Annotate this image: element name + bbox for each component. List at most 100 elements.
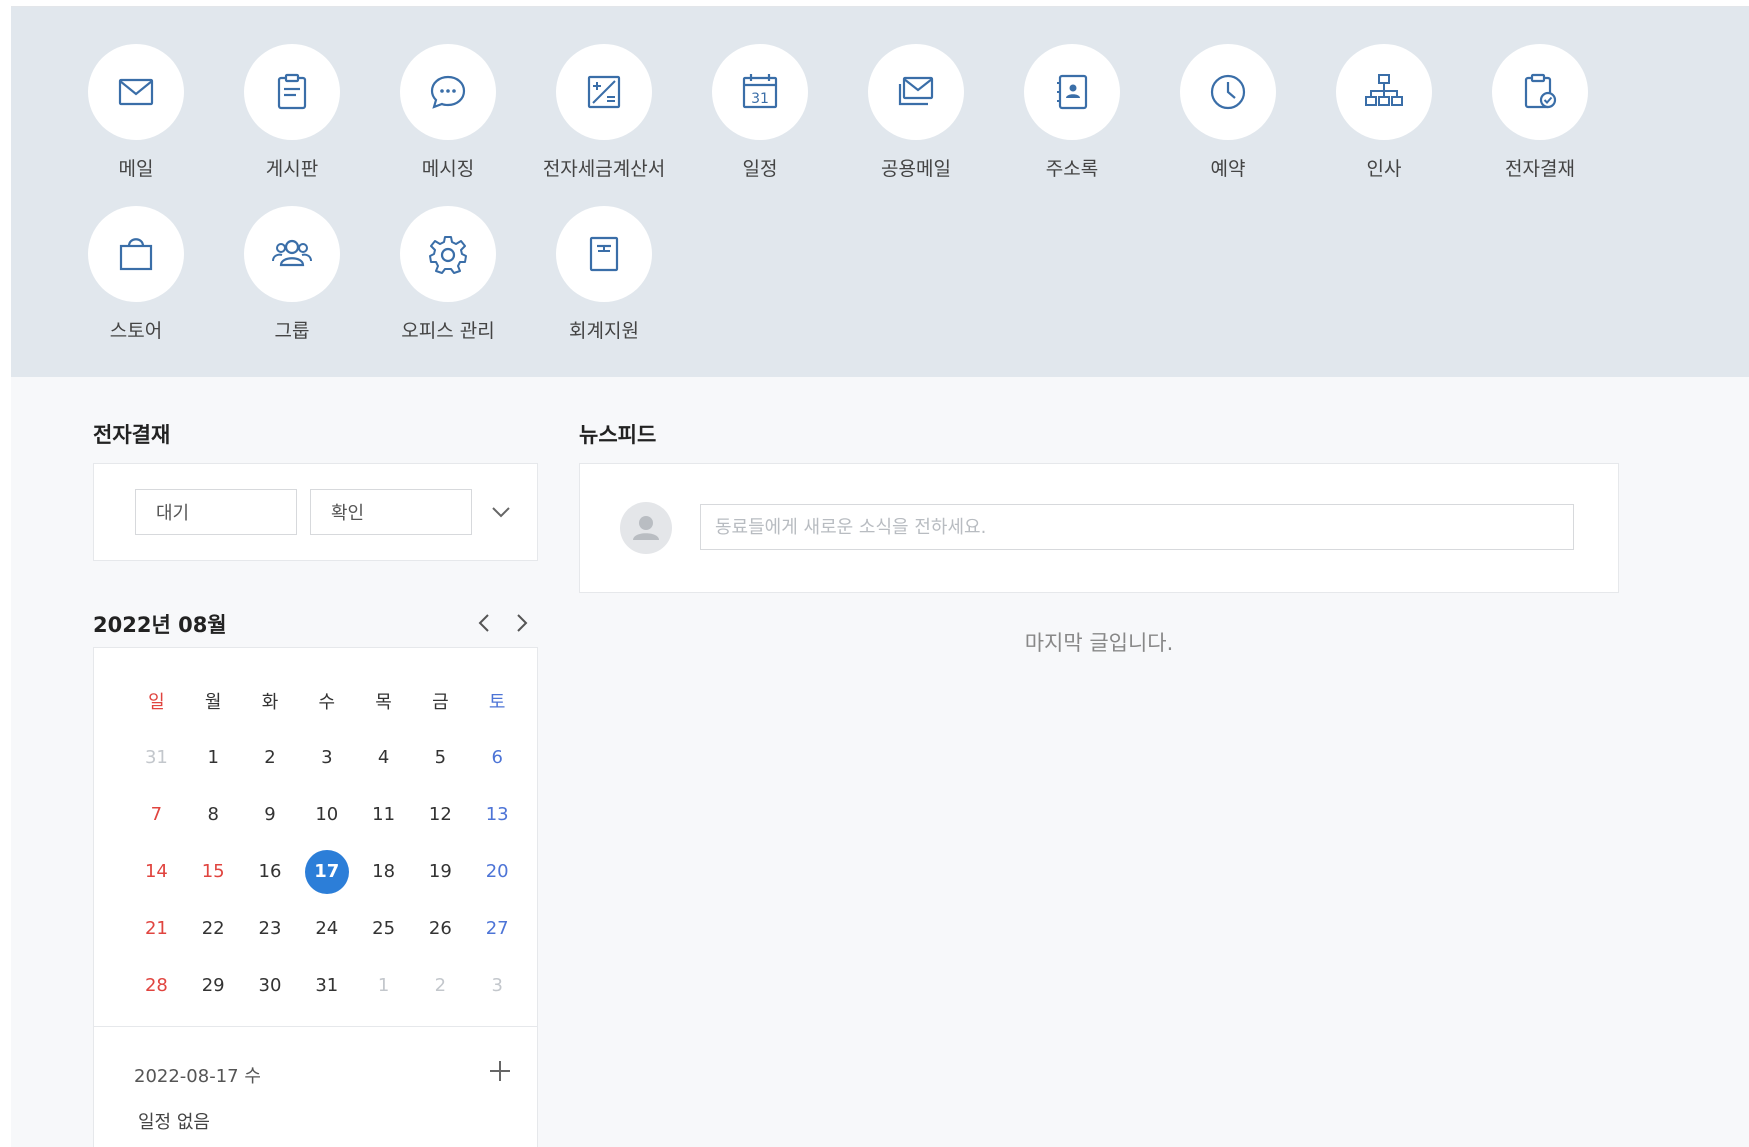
newsfeed-input[interactable] <box>700 504 1574 550</box>
app-approval[interactable]: 전자결재 <box>1462 44 1618 181</box>
address-book-icon <box>1057 74 1088 110</box>
calendar-day[interactable]: 4 <box>355 736 412 780</box>
calendar-day[interactable]: 1 <box>185 736 242 780</box>
app-label: 회계지원 <box>569 320 639 342</box>
weekday-label: 수 <box>318 691 336 713</box>
calendar-week: 31 1 2 3 4 5 6 <box>128 729 526 786</box>
calendar-day[interactable]: 27 <box>469 907 526 951</box>
approval-icon <box>1524 73 1557 109</box>
app-label: 공용메일 <box>881 158 951 180</box>
app-label: 인사 <box>1366 158 1402 180</box>
weekday-header: 일 월 화 수 목 금 토 <box>128 672 526 729</box>
calendar-icon: 31 <box>742 74 778 109</box>
calendar-day[interactable]: 26 <box>412 907 469 951</box>
app-label: 전자결재 <box>1505 158 1575 180</box>
calendar-day[interactable]: 29 <box>185 964 242 1008</box>
app-label: 메일 <box>118 158 154 180</box>
app-board[interactable]: 게시판 <box>214 44 370 181</box>
weekday-label: 토 <box>488 691 506 713</box>
calendar-day[interactable]: 23 <box>242 907 299 951</box>
app-store[interactable]: 스토어 <box>58 206 214 343</box>
calendar-day[interactable]: 5 <box>412 736 469 780</box>
calendar-day[interactable]: 7 <box>128 793 185 837</box>
app-label: 그룹 <box>274 320 310 342</box>
calendar-day[interactable]: 21 <box>128 907 185 951</box>
calendar-day[interactable]: 1 <box>355 964 412 1008</box>
calendar-day-holiday[interactable]: 15 <box>185 850 242 894</box>
calendar-day[interactable]: 10 <box>298 793 355 837</box>
calendar-day[interactable]: 11 <box>355 793 412 837</box>
calendar-day[interactable]: 3 <box>469 964 526 1008</box>
calendar-day[interactable]: 16 <box>242 850 299 894</box>
weekday-label: 목 <box>375 691 392 713</box>
calendar-day[interactable]: 20 <box>469 850 526 894</box>
app-hr[interactable]: 인사 <box>1306 44 1462 181</box>
selected-day-marker: 17 <box>304 849 349 894</box>
app-group[interactable]: 그룹 <box>214 206 370 343</box>
chevron-down-icon[interactable] <box>487 498 515 526</box>
calendar-month-title: 2022년 08월 <box>93 613 227 637</box>
shared-mail-icon <box>898 76 934 106</box>
add-schedule-icon[interactable] <box>487 1058 513 1084</box>
app-launcher: 메일 게시판 메시징 전자세금계산서 31 일정 공용메일 주소록 예약 인사 … <box>11 7 1749 377</box>
app-address-book[interactable]: 주소록 <box>994 44 1150 181</box>
last-post-text: 마지막 글입니다. <box>1024 631 1174 655</box>
calendar-day[interactable]: 14 <box>128 850 185 894</box>
app-calendar[interactable]: 31 일정 <box>682 44 838 181</box>
approval-tab-confirmed[interactable]: 확인 <box>310 489 472 535</box>
calendar-day[interactable]: 13 <box>469 793 526 837</box>
app-label: 예약 <box>1210 158 1246 180</box>
app-tax-invoice[interactable]: 전자세금계산서 <box>526 44 682 181</box>
calendar-day[interactable]: 3 <box>298 736 355 780</box>
app-label: 오피스 관리 <box>401 320 495 342</box>
calendar-day[interactable]: 2 <box>412 964 469 1008</box>
calendar-icon-day: 31 <box>751 91 769 107</box>
portal-frame: 메일 게시판 메시징 전자세금계산서 31 일정 공용메일 주소록 예약 인사 … <box>11 6 1749 1147</box>
calendar-day[interactable]: 6 <box>469 736 526 780</box>
chevron-right-icon[interactable] <box>511 609 533 637</box>
clock-icon <box>1210 74 1246 110</box>
calendar-day-selected[interactable]: 17 <box>298 849 355 894</box>
messaging-icon <box>430 75 466 109</box>
approval-title: 전자결재 <box>93 423 171 447</box>
app-label: 일정 <box>742 158 778 180</box>
weekday-label: 일 <box>148 691 165 713</box>
calendar-day[interactable]: 31 <box>128 736 185 780</box>
app-accounting[interactable]: 회계지원 <box>526 206 682 343</box>
app-reservation[interactable]: 예약 <box>1150 44 1306 181</box>
calendar-day[interactable]: 18 <box>355 850 412 894</box>
app-mail[interactable]: 메일 <box>58 44 214 181</box>
app-messaging[interactable]: 메시징 <box>370 44 526 181</box>
app-label: 메시징 <box>421 158 475 180</box>
app-shared-mail[interactable]: 공용메일 <box>838 44 994 181</box>
app-label: 전자세금계산서 <box>542 158 666 180</box>
newsfeed-composer <box>579 463 1619 593</box>
calendar-day[interactable]: 9 <box>242 793 299 837</box>
group-icon <box>272 239 312 267</box>
calendar-day[interactable]: 31 <box>298 964 355 1008</box>
calendar-day[interactable]: 25 <box>355 907 412 951</box>
calendar-week: 21 22 23 24 25 26 27 <box>128 900 526 957</box>
app-office-admin[interactable]: 오피스 관리 <box>370 206 526 343</box>
calendar-card: 일 월 화 수 목 금 토 31 1 2 3 4 5 6 7 8 9 10 11… <box>93 647 538 1147</box>
user-avatar-icon <box>633 516 659 540</box>
board-icon <box>277 73 307 110</box>
calendar-week: 14 15 16 17 18 19 20 <box>128 843 526 900</box>
calendar-day[interactable]: 28 <box>128 964 185 1008</box>
schedule-date: 2022-08-17 수 <box>134 1066 261 1087</box>
calendar-day[interactable]: 22 <box>185 907 242 951</box>
schedule-empty-text: 일정 없음 <box>138 1112 210 1133</box>
app-label: 게시판 <box>265 158 319 180</box>
calendar-day[interactable]: 24 <box>298 907 355 951</box>
tax-invoice-icon <box>587 75 621 109</box>
calendar-day[interactable]: 12 <box>412 793 469 837</box>
calendar-day[interactable]: 19 <box>412 850 469 894</box>
approval-tab-pending[interactable]: 대기 <box>135 489 297 535</box>
calendar-week: 7 8 9 10 11 12 13 <box>128 786 526 843</box>
store-bag-icon <box>119 238 153 271</box>
accounting-icon <box>589 236 619 272</box>
calendar-day[interactable]: 2 <box>242 736 299 780</box>
chevron-left-icon[interactable] <box>473 609 495 637</box>
calendar-day[interactable]: 30 <box>242 964 299 1008</box>
calendar-day[interactable]: 8 <box>185 793 242 837</box>
